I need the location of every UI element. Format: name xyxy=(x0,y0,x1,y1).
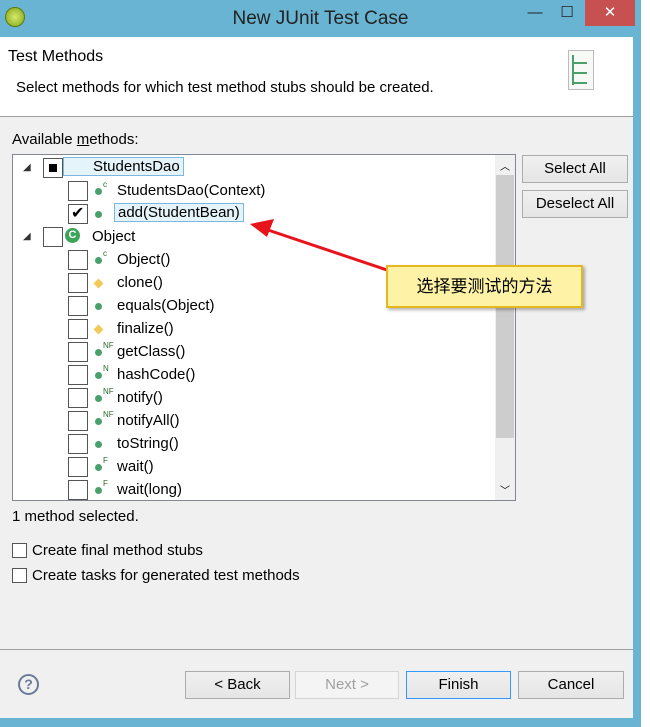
annotation-arrow xyxy=(250,219,388,272)
annotation-callout: 选择要测试的方法 xyxy=(386,265,583,308)
